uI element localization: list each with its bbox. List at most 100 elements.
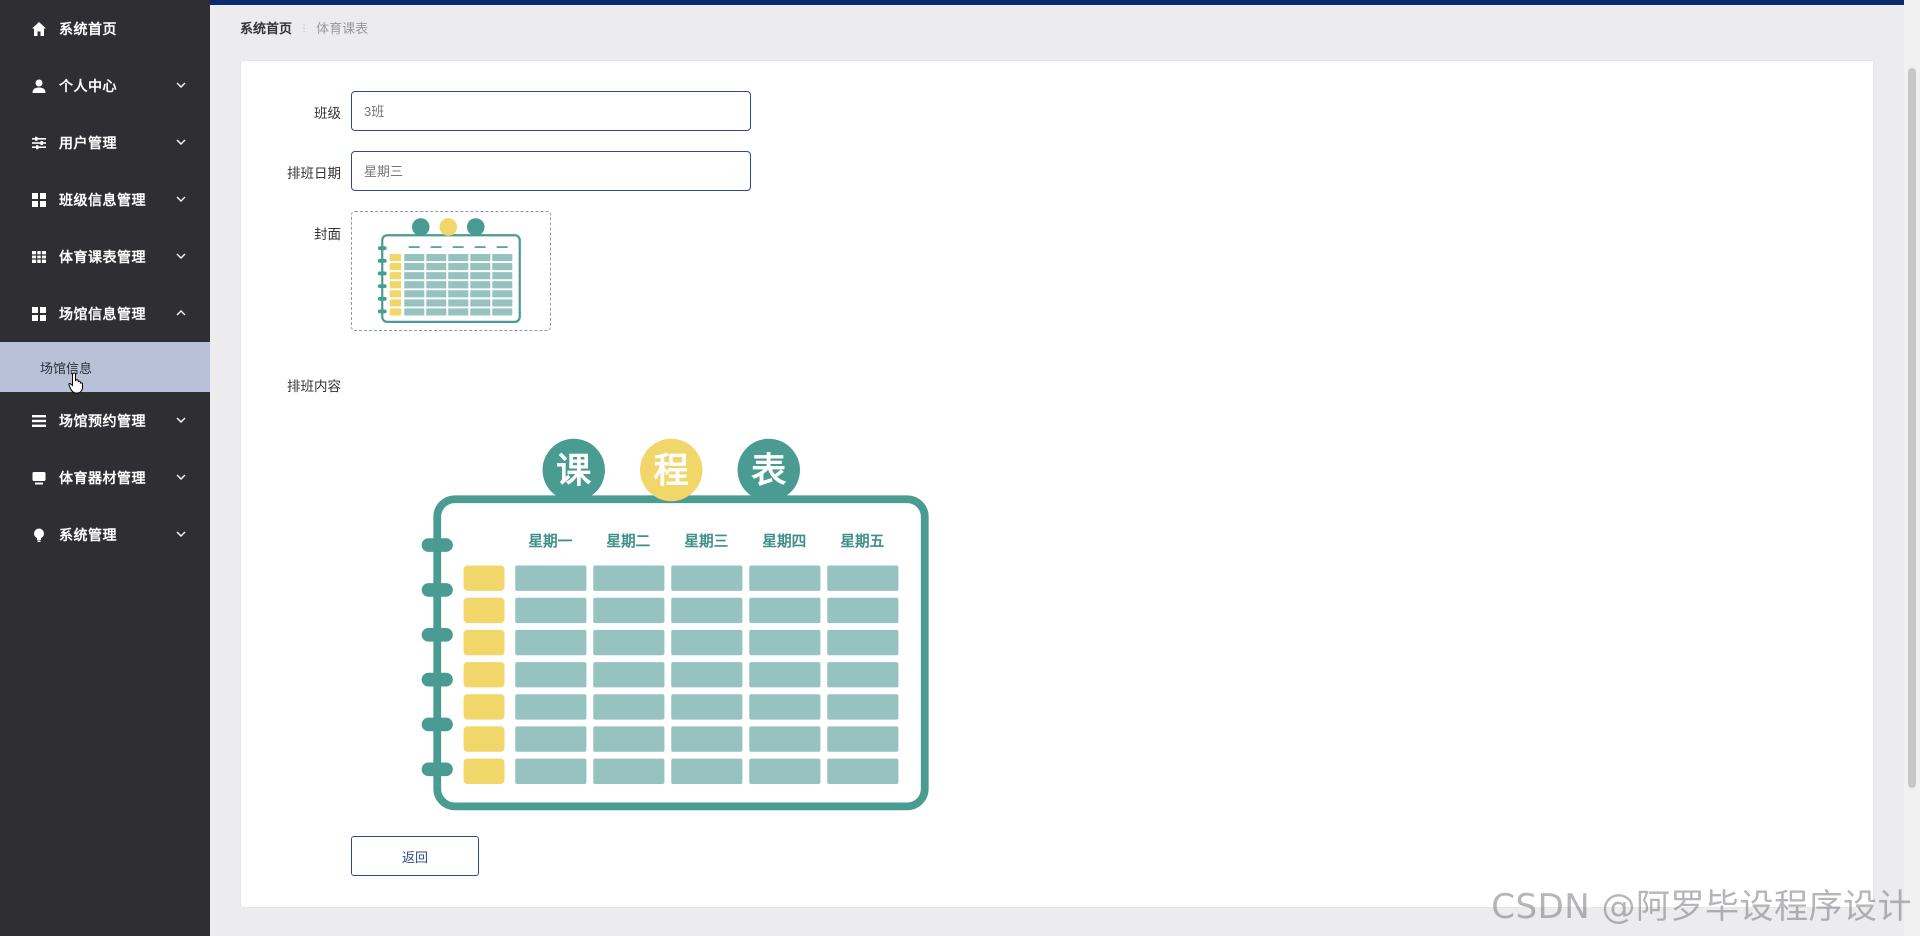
timetable-cell (827, 597, 899, 624)
hand-cursor-icon (68, 372, 83, 394)
timetable-row-label-cell (463, 629, 505, 656)
timetable-cell (492, 308, 513, 316)
timetable-cell (470, 299, 491, 307)
sidebar-item-label: 体育器材管理 (59, 469, 146, 486)
grid-icon (31, 306, 47, 322)
breadcrumb-home[interactable]: 系统首页 (240, 21, 292, 36)
sidebar-item-label: 场馆信息管理 (59, 305, 146, 322)
timetable-cell (470, 308, 491, 316)
sidebar-item-user-management[interactable]: 用户管理 (0, 114, 210, 171)
timetable-cell (448, 263, 469, 271)
timetable-cell (593, 694, 665, 720)
timetable-day-label: 星期四 (762, 532, 806, 550)
scrollbar-thumb[interactable] (1908, 68, 1916, 788)
timetable-cell (827, 726, 899, 752)
timetable-cell (448, 299, 469, 307)
timetable-cell (515, 662, 587, 688)
timetable-cell (404, 299, 425, 307)
timetable-cell (492, 253, 513, 262)
sidebar-item-system-management[interactable]: 系统管理 (0, 506, 210, 563)
timetable-row-label-cell (389, 253, 402, 262)
timetable-cell (426, 253, 447, 262)
watermark-text: CSDN @阿罗毕设程序设计 (1491, 887, 1912, 927)
timetable-cell (671, 629, 743, 656)
timetable-row-label-cell (389, 308, 402, 316)
timetable-cell (515, 597, 587, 624)
date-label: 排班日期 (287, 166, 341, 181)
timetable-day-label (474, 246, 486, 248)
timetable-cell (749, 694, 821, 720)
spiral-ring (421, 762, 453, 777)
chevron-down-icon (176, 474, 186, 480)
timetable-cell (749, 662, 821, 688)
timetable-cell (492, 299, 513, 307)
sidebar-item-label: 系统管理 (59, 526, 117, 543)
timetable-cell (426, 290, 447, 298)
timetable-row-label-cell (389, 263, 402, 271)
timetable-cell (593, 758, 665, 784)
sidebar-subitem-venue-info[interactable]: 场馆信息 (0, 342, 210, 394)
timetable-cell (827, 694, 899, 720)
spiral-ring (421, 672, 453, 687)
sidebar-item-equipment-management[interactable]: 体育器材管理 (0, 449, 210, 506)
cover-image-box[interactable] (351, 211, 551, 331)
sidebar: 系统首页 个人中心 用户管理 班级信息管理 体育课表管理 场馆信息管理 场馆信息… (0, 0, 210, 936)
sidebar-item-venue-booking[interactable]: 场馆预约管理 (0, 392, 210, 449)
table-icon (31, 249, 47, 265)
timetable-row-label-cell (463, 597, 505, 624)
sidebar-item-personal-center[interactable]: 个人中心 (0, 57, 210, 114)
timetable-cell (448, 272, 469, 280)
timetable-cell (404, 253, 425, 262)
class-input[interactable] (351, 91, 751, 131)
chevron-down-icon (176, 82, 186, 88)
timetable-row-label-cell (389, 272, 402, 280)
timetable-cell (448, 290, 469, 298)
sidebar-item-venue-management[interactable]: 场馆信息管理 (0, 285, 210, 342)
sidebar-item-pe-schedule-management[interactable]: 体育课表管理 (0, 228, 210, 285)
timetable-cell (426, 263, 447, 271)
timetable-cell (470, 281, 491, 289)
sliders-icon (31, 135, 47, 151)
timetable-cell (448, 253, 469, 262)
monitor-icon (31, 470, 47, 486)
chevron-down-icon (176, 253, 186, 259)
timetable-cell (749, 758, 821, 784)
sidebar-item-label: 系统首页 (59, 20, 117, 37)
timetable-title-circle (439, 218, 458, 236)
timetable-row-label-cell (389, 281, 402, 289)
timetable-cell (593, 565, 665, 591)
scrollbar[interactable] (1904, 0, 1920, 936)
timetable-day-label: 星期五 (840, 532, 884, 550)
timetable-cell (671, 565, 743, 591)
timetable-row-label-cell (389, 290, 402, 298)
timetable-cell (749, 565, 821, 591)
sidebar-item-class-management[interactable]: 班级信息管理 (0, 171, 210, 228)
timetable-row-label-cell (463, 565, 505, 591)
timetable-title-char: 程 (654, 451, 689, 492)
spiral-ring (421, 717, 453, 732)
timetable-day-label (452, 246, 464, 248)
timetable-day-label (496, 246, 508, 248)
timetable-cell (593, 629, 665, 656)
breadcrumb-separator: ⁝ (302, 21, 307, 36)
list-icon (31, 413, 47, 429)
timetable-cell (426, 272, 447, 280)
timetable-day-label (408, 246, 420, 248)
timetable-title-circle (466, 218, 485, 236)
timetable-cell (404, 281, 425, 289)
chevron-down-icon (176, 531, 186, 537)
cover-thumbnail (377, 218, 521, 323)
timetable-title-circle (411, 218, 430, 236)
spiral-ring (377, 284, 387, 289)
home-icon (31, 21, 47, 37)
timetable-cell (515, 629, 587, 656)
date-input[interactable] (351, 151, 751, 191)
timetable-day-label: 星期一 (528, 532, 572, 550)
timetable-cell (827, 565, 899, 591)
timetable-cell (671, 726, 743, 752)
sidebar-item-home[interactable]: 系统首页 (0, 0, 210, 57)
timetable-cell (404, 263, 425, 271)
timetable-cell (671, 694, 743, 720)
back-button[interactable]: 返回 (351, 836, 479, 876)
sidebar-item-label: 用户管理 (59, 134, 117, 151)
